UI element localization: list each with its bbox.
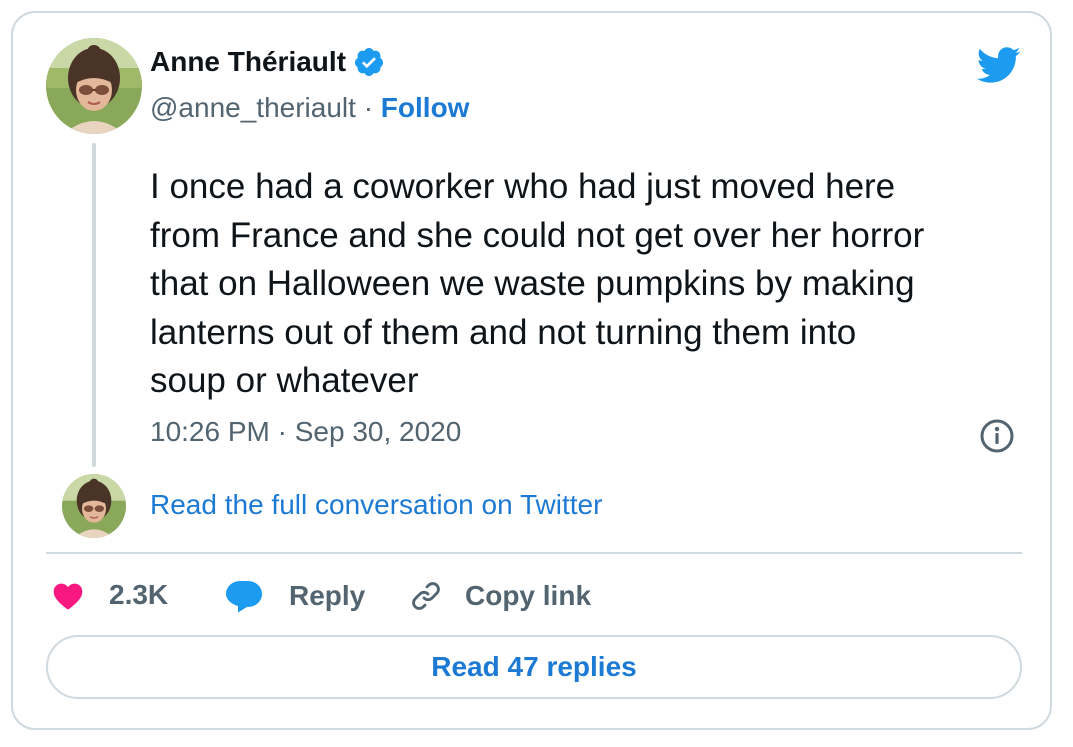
read-full-conversation-link[interactable]: Read the full conversation on Twitter xyxy=(150,489,602,521)
conversation-avatar[interactable] xyxy=(62,474,126,538)
link-icon xyxy=(409,579,443,613)
author-handle-row: @anne_theriault · Follow xyxy=(150,92,469,124)
read-replies-label: Read 47 replies xyxy=(431,651,637,682)
follow-link[interactable]: Follow xyxy=(381,92,470,123)
divider xyxy=(46,552,1022,554)
handle-separator: · xyxy=(363,92,381,123)
speech-bubble-icon xyxy=(225,579,263,613)
reply-label: Reply xyxy=(289,580,366,611)
author-avatar[interactable] xyxy=(46,38,142,134)
copy-link-button[interactable]: Copy link xyxy=(409,579,591,613)
tweet-timestamp[interactable]: 10:26 PM · Sep 30, 2020 xyxy=(150,416,461,448)
twitter-bird-icon[interactable] xyxy=(975,45,1021,85)
tweet-text: I once had a coworker who had just moved… xyxy=(150,167,925,400)
author-name-row[interactable]: Anne Thériault xyxy=(150,46,385,78)
like-button[interactable]: 2.3K xyxy=(51,579,168,611)
reply-button[interactable]: Reply xyxy=(225,579,365,613)
like-count: 2.3K xyxy=(109,579,169,610)
author-display-name[interactable]: Anne Thériault xyxy=(150,46,346,78)
info-icon[interactable] xyxy=(979,418,1015,454)
copy-link-label: Copy link xyxy=(465,580,592,611)
read-replies-button[interactable]: Read 47 replies xyxy=(46,635,1022,699)
thread-line xyxy=(92,143,96,467)
verified-badge-icon xyxy=(353,46,385,78)
author-handle[interactable]: @anne_theriault xyxy=(150,92,356,123)
tweet-card: Anne Thériault @anne_theriault · Follow … xyxy=(11,11,1052,730)
heart-icon xyxy=(51,580,85,610)
